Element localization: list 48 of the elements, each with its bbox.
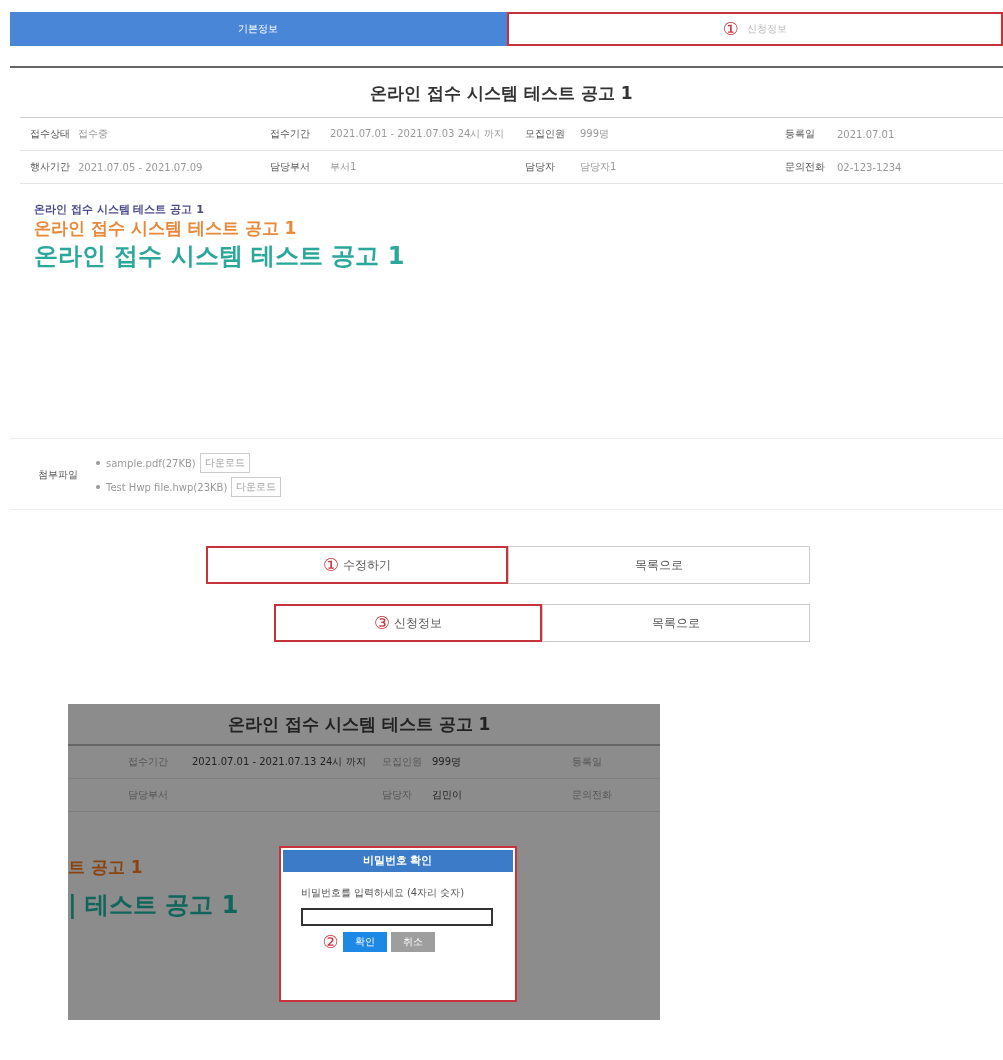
attachment-label: 첨부파일 bbox=[38, 468, 78, 482]
field-value: 2021.07.01 - 2021.07.03 24시 까지 bbox=[330, 127, 505, 141]
body-text: | 테스트 공고 1 bbox=[68, 890, 239, 921]
body-text: 온라인 접수 시스템 테스트 공고 1 bbox=[34, 202, 205, 217]
page-title: 온라인 접수 시스템 테스트 공고 1 bbox=[228, 712, 491, 736]
action-button[interactable]: ① 수정하기 bbox=[206, 546, 508, 584]
field-label: 등록일 bbox=[785, 127, 816, 141]
download-button[interactable]: 다운로드 bbox=[199, 453, 250, 473]
field-value: 담당자1 bbox=[580, 160, 618, 174]
field-value: 999명 bbox=[432, 755, 463, 769]
field-label: 담당자 bbox=[525, 160, 556, 174]
tab[interactable]: 기본정보 bbox=[10, 12, 507, 46]
action-button[interactable]: 목록으로 bbox=[508, 546, 810, 584]
body-text: 온라인 접수 시스템 테스트 공고 1 bbox=[34, 217, 298, 240]
field-value: 김민이 bbox=[432, 788, 463, 802]
field-label: 접수상태 bbox=[30, 127, 71, 141]
action-button[interactable]: ③ 신청정보 bbox=[274, 604, 542, 642]
field-value: 2021.07.01 bbox=[837, 128, 896, 140]
bullet-icon bbox=[96, 485, 100, 489]
field-label: 모집인원 bbox=[525, 127, 566, 141]
field-value: 02-123-1234 bbox=[837, 161, 903, 173]
dialog-prompt: 비밀번호를 입력하세요 (4자리 숫자) bbox=[300, 886, 466, 900]
field-value: 999명 bbox=[580, 127, 611, 141]
file-link[interactable]: Test Hwp file.hwp(23KB) bbox=[106, 481, 228, 493]
annotation-number: ① bbox=[722, 20, 739, 38]
field-value: 2021.07.05 - 2021.07.09 bbox=[78, 161, 204, 173]
annotation-number: ③ bbox=[373, 614, 391, 632]
tab[interactable]: ① 신청정보 bbox=[506, 12, 1003, 46]
field-label: 문의전화 bbox=[785, 160, 826, 174]
field-label: 행사기간 bbox=[30, 160, 71, 174]
dialog-button[interactable]: 취소 bbox=[390, 932, 435, 952]
dialog-button[interactable]: 확인 bbox=[342, 932, 387, 952]
dialog-title: 비밀번호 확인 bbox=[282, 850, 513, 872]
body-text: 트 공고 1 bbox=[68, 856, 144, 879]
body-text: 온라인 접수 시스템 테스트 공고 1 bbox=[34, 241, 406, 272]
field-value: 부서1 bbox=[330, 160, 358, 174]
annotation-number: ② bbox=[322, 933, 339, 951]
password-field[interactable] bbox=[300, 908, 493, 926]
field-value: 2021.07.01 - 2021.07.13 24시 까지 bbox=[192, 755, 367, 769]
file-link[interactable]: sample.pdf(27KB) bbox=[106, 457, 196, 469]
annotation-number: ① bbox=[322, 556, 340, 574]
field-label: 담당부서 bbox=[270, 160, 311, 174]
page-title: 온라인 접수 시스템 테스트 공고 1 bbox=[369, 82, 634, 105]
bullet-icon bbox=[96, 461, 100, 465]
field-value: 접수중 bbox=[78, 127, 109, 141]
download-button[interactable]: 다운로드 bbox=[231, 477, 282, 497]
field-label: 접수기간 bbox=[270, 127, 311, 141]
action-button[interactable]: 목록으로 bbox=[542, 604, 810, 642]
